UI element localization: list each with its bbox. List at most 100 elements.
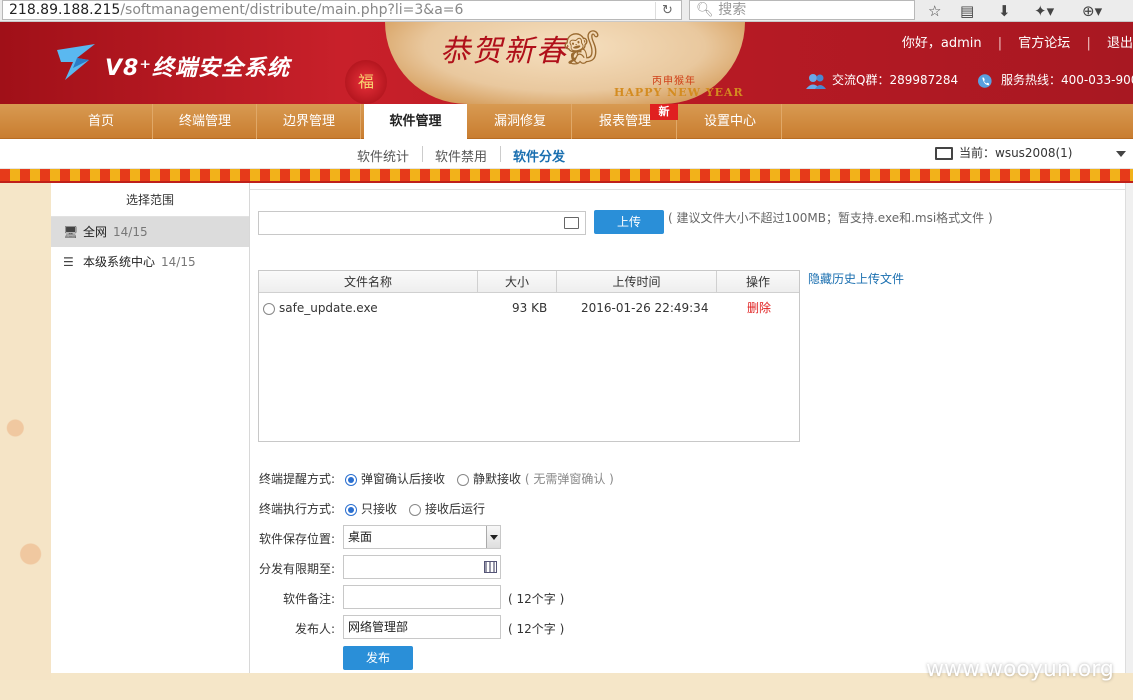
table-row[interactable]: safe_update.exe 93 KB 2016-01-26 22:49:3… — [259, 293, 799, 323]
file-select[interactable]: safe_update.exe — [263, 293, 378, 323]
publisher-input[interactable]: 网络管理部 — [343, 615, 501, 639]
notify-opt1-label: 弹窗确认后接收 — [361, 472, 446, 486]
header-banner: V8⁺终端安全系统 福 恭贺新春 🐒︎ 丙申猴年 HAPPY NEW YEAR … — [0, 22, 1133, 104]
sidebar-item-all[interactable]: 🖥︎ 全网 14/15 — [51, 217, 249, 247]
nav-settings[interactable]: 设置中心 — [679, 104, 782, 139]
nav-software[interactable]: 软件管理 — [364, 104, 467, 139]
phone-icon — [978, 73, 992, 88]
greeting: 你好，admin — [901, 36, 982, 51]
firefox-menu-icon[interactable]: ⊕▾ — [1082, 1, 1102, 21]
qq-group-text: 交流Q群：289987284 — [832, 73, 959, 87]
publisher-limit: ( 12个字 ) — [508, 622, 565, 636]
dropdown-arrow-icon[interactable] — [486, 526, 500, 548]
nav-vuln-fix[interactable]: 漏洞修复 — [469, 104, 572, 139]
bookmark-star-icon[interactable]: ☆ — [928, 1, 941, 21]
table-header: 文件名称 大小 上传时间 操作 — [259, 271, 799, 293]
hotline-text: 服务热线：400-033-900 — [1001, 73, 1133, 87]
notify-opt2-note: ( 无需弹窗确认 ) — [524, 472, 614, 486]
main-nav: 首页 终端管理 边界管理 软件管理 漏洞修复 报表管理 设置中心 — [0, 104, 1133, 139]
save-location-value: 桌面 — [348, 530, 373, 544]
banner-subtitle: HAPPY NEW YEAR — [614, 86, 744, 99]
file-name: safe_update.exe — [279, 301, 378, 315]
subnav-ban[interactable]: 软件禁用 — [435, 146, 487, 165]
exec-opt2-label: 接收后运行 — [425, 502, 486, 516]
monitor-icon — [935, 147, 953, 160]
lantern-text: 福 — [357, 72, 374, 91]
delete-link[interactable]: 删除 — [747, 293, 771, 323]
current-node-selector[interactable]: 当前：wsus2008(1) — [935, 144, 1072, 161]
chevron-down-icon[interactable] — [1116, 151, 1126, 157]
radio-unselected[interactable] — [457, 473, 469, 486]
save-location-label: 软件保存位置: — [258, 532, 335, 546]
extension-icon[interactable]: ✦▾ — [1034, 1, 1054, 21]
calendar-icon[interactable] — [484, 561, 497, 573]
subnav-stats[interactable]: 软件统计 — [357, 146, 409, 165]
notify-option-popup[interactable]: 弹窗确认后接收 — [345, 470, 445, 487]
search-input[interactable]: 🔍︎ 搜索 — [689, 0, 915, 20]
file-size: 93 KB — [512, 301, 548, 315]
url-host: 218.89.188.215 — [9, 2, 121, 18]
nav-boundary[interactable]: 边界管理 — [258, 104, 361, 139]
page-scrollbar[interactable] — [1125, 183, 1133, 673]
hide-history-link[interactable]: 隐藏历史上传文件 — [808, 270, 904, 287]
upload-button[interactable]: 上传 — [594, 210, 664, 234]
notify-option-silent[interactable]: 静默接收 ( 无需弹窗确认 ) — [457, 470, 614, 487]
logo-text: V8⁺终端安全系统 — [105, 56, 290, 81]
reading-list-icon[interactable]: ▤ — [960, 1, 974, 21]
url-path: /softmanagement/distribute/main.php?li=3… — [120, 2, 464, 18]
list-icon: ☰ — [63, 255, 74, 269]
exec-opt1-label: 只接收 — [361, 502, 398, 516]
address-bar[interactable]: 218.89.188.215/softmanagement/distribute… — [2, 0, 682, 20]
sidebar-item-count: 14/15 — [161, 255, 196, 269]
logo-bird-icon — [57, 44, 95, 80]
notify-label: 终端提醒方式: — [258, 472, 335, 486]
new-badge: 新 — [650, 104, 678, 120]
nav-terminal[interactable]: 终端管理 — [154, 104, 257, 139]
sidebar-item-label: 全网 — [83, 225, 108, 239]
exec-label: 终端执行方式: — [258, 502, 335, 516]
publisher-label: 发布人: — [294, 622, 335, 636]
exec-option-receive[interactable]: 只接收 — [345, 500, 397, 517]
sidebar-item-label: 本级系统中心 — [83, 255, 156, 269]
forum-link[interactable]: 官方论坛 — [1018, 36, 1070, 51]
expire-date-input[interactable] — [343, 555, 501, 579]
background-decoration — [0, 260, 51, 680]
search-icon: 🔍︎ — [696, 2, 719, 18]
subnav-distribute[interactable]: 软件分发 — [513, 146, 565, 165]
reload-icon[interactable]: ↻ — [655, 2, 679, 19]
folder-icon[interactable] — [564, 217, 579, 229]
file-time: 2016-01-26 22:49:34 — [581, 301, 709, 315]
lantern-icon: 福 — [345, 60, 387, 104]
remark-input[interactable] — [343, 585, 501, 609]
radio-selected[interactable] — [345, 503, 357, 516]
sub-nav: 软件统计 软件禁用 软件分发 当前：wsus2008(1) — [0, 139, 1133, 169]
remark-label: 软件备注: — [282, 592, 335, 606]
expire-label: 分发有限期至: — [258, 562, 335, 576]
remark-limit: ( 12个字 ) — [508, 592, 565, 606]
notify-opt2-label: 静默接收 — [473, 472, 522, 486]
exec-option-run[interactable]: 接收后运行 — [409, 500, 485, 517]
scope-sidebar: 选择范围 🖥︎ 全网 14/15 ☰ 本级系统中心 14/15 — [51, 183, 250, 673]
col-upload-time: 上传时间 — [557, 271, 717, 293]
browser-toolbar: 218.89.188.215/softmanagement/distribute… — [0, 0, 1133, 22]
save-location-select[interactable]: 桌面 — [343, 525, 501, 549]
upload-hint: ( 建议文件大小不超过100MB；暂支持.exe和.msi格式文件 ) — [668, 211, 993, 225]
year-badge: 丙申猴年 — [652, 76, 696, 87]
monkey-icon: 🐒︎ — [560, 28, 604, 68]
col-size: 大小 — [478, 271, 557, 293]
search-placeholder: 搜索 — [718, 2, 747, 18]
user-links: 你好，admin | 官方论坛 | 退出 — [901, 36, 1133, 51]
publish-button[interactable]: 发布 — [343, 646, 413, 670]
sidebar-item-count: 14/15 — [113, 225, 148, 239]
radio-unselected[interactable] — [409, 503, 421, 516]
radio-selected[interactable] — [345, 473, 357, 486]
logout-link[interactable]: 退出 — [1107, 36, 1133, 51]
download-icon[interactable]: ⬇ — [998, 1, 1011, 21]
file-radio[interactable] — [263, 302, 275, 315]
nav-home[interactable]: 首页 — [50, 104, 153, 139]
hotline: 服务热线：400-033-900 — [978, 71, 1133, 89]
file-path-input[interactable] — [258, 211, 586, 235]
col-filename: 文件名称 — [259, 271, 478, 293]
sidebar-title: 选择范围 — [51, 183, 249, 217]
sidebar-item-local-center[interactable]: ☰ 本级系统中心 14/15 — [51, 247, 249, 277]
